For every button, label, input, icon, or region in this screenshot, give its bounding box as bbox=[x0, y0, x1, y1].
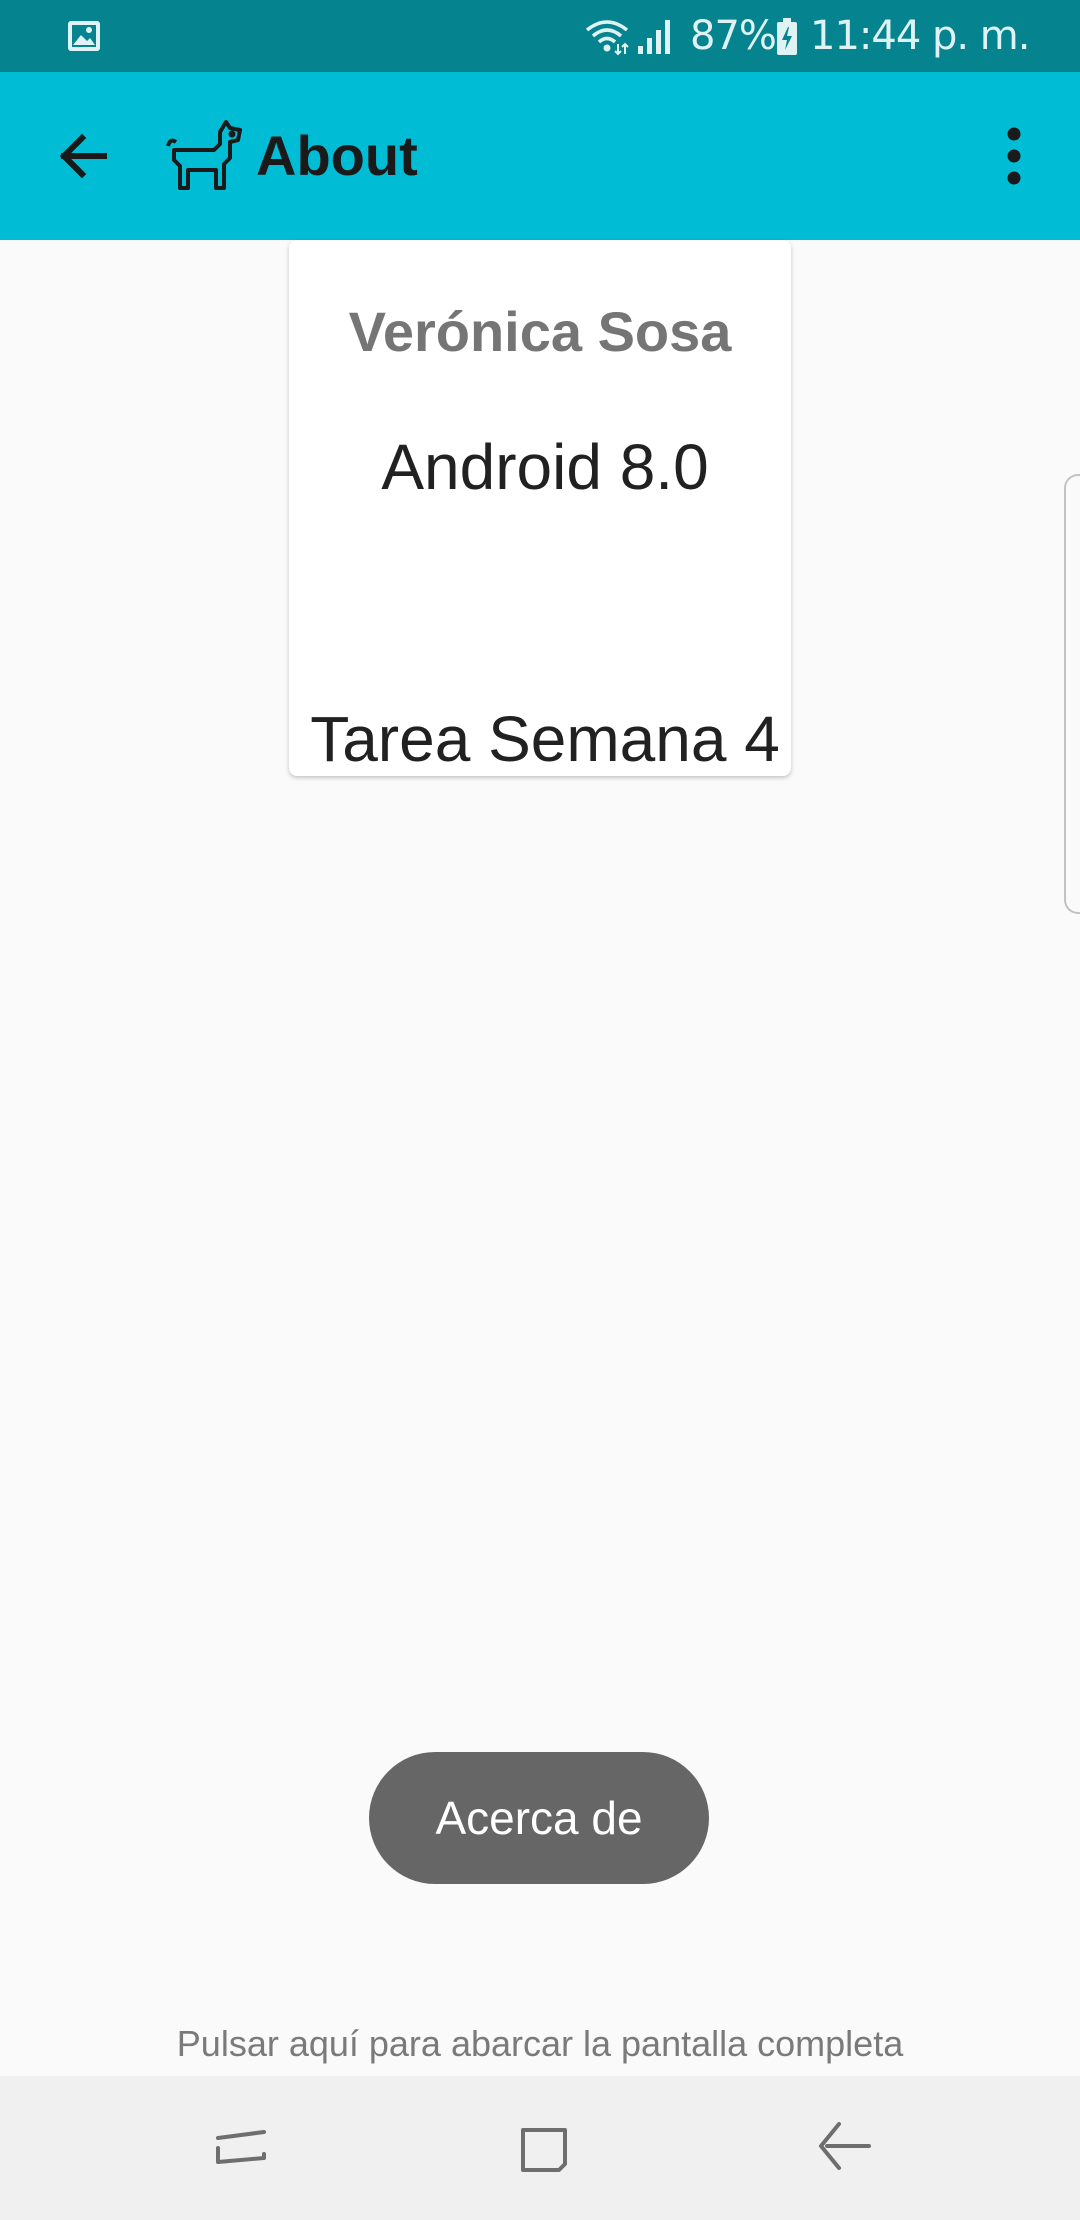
battery-percentage: 87% bbox=[690, 13, 777, 59]
android-version: Android 8.0 bbox=[381, 431, 709, 503]
task-label: Tarea Semana 4 bbox=[310, 703, 780, 775]
back-arrow-icon[interactable] bbox=[44, 116, 124, 196]
signal-icon bbox=[638, 20, 670, 54]
battery-charging-icon bbox=[777, 18, 797, 55]
app-bar: About bbox=[0, 72, 1080, 240]
edge-panel-handle[interactable] bbox=[1064, 474, 1080, 914]
navigation-bar bbox=[0, 2076, 1080, 2220]
wifi-icon bbox=[585, 20, 629, 56]
status-bar: 87% 11:44 p. m. bbox=[0, 0, 1080, 72]
back-icon[interactable] bbox=[805, 2108, 885, 2188]
toast-message: Acerca de bbox=[369, 1752, 709, 1884]
gallery-notification-icon bbox=[68, 21, 100, 51]
recents-icon[interactable] bbox=[202, 2108, 282, 2188]
about-card: Verónica Sosa Android 8.0 Tarea Semana 4 bbox=[289, 240, 791, 776]
dog-icon bbox=[166, 120, 242, 190]
fullscreen-hint[interactable]: Pulsar aquí para abarcar la pantalla com… bbox=[0, 2018, 1080, 2070]
more-vert-icon[interactable] bbox=[974, 116, 1054, 196]
page-title: About bbox=[256, 124, 418, 187]
home-icon[interactable] bbox=[503, 2108, 583, 2188]
author-name: Verónica Sosa bbox=[348, 300, 732, 363]
status-clock: 11:44 p. m. bbox=[810, 13, 1030, 59]
